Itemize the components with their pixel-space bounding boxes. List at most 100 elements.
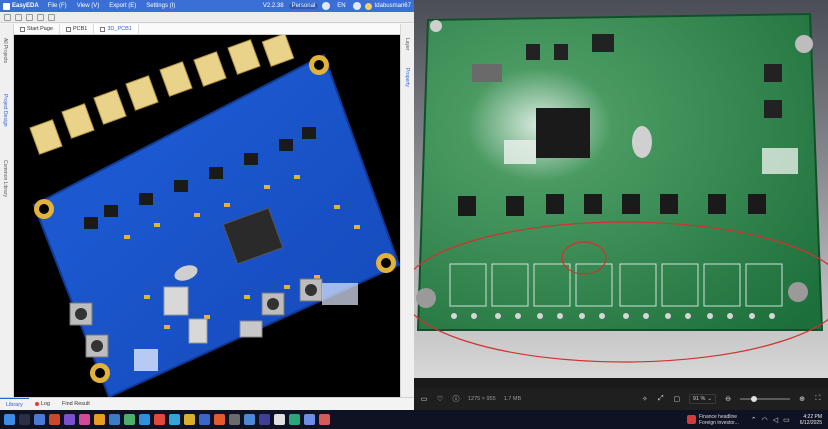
tab-pcb1[interactable]: PCB1	[60, 24, 95, 34]
fit-icon[interactable]: ▢	[673, 395, 681, 403]
app-icon[interactable]	[169, 414, 180, 425]
zoom-selector[interactable]: 91 % ⌄	[688, 394, 716, 404]
zoom-slider-knob[interactable]	[751, 396, 757, 402]
avatar[interactable]	[364, 2, 372, 10]
eda-logo[interactable]: EasyEDA	[0, 2, 43, 10]
app-icon[interactable]	[94, 414, 105, 425]
language-selector[interactable]: EN	[332, 3, 350, 9]
tab-label: Find Result	[62, 401, 90, 407]
app-icon[interactable]	[289, 414, 300, 425]
desktop: EasyEDA File (F) View (V) Export (E) Set…	[0, 0, 828, 429]
3d-view-canvas[interactable]	[14, 35, 400, 397]
version-label: V2.2.38	[262, 3, 284, 9]
clock-time: 4:22 PM	[803, 413, 822, 420]
search-icon[interactable]	[19, 414, 30, 425]
photo-mcu-chip	[536, 108, 590, 158]
easyeda-logo-icon	[3, 2, 10, 10]
zoom-slider[interactable]	[740, 396, 790, 402]
menu-file[interactable]: File (F)	[43, 3, 72, 9]
pcb-photo-image	[414, 0, 828, 378]
tab-property[interactable]: Property	[404, 68, 410, 87]
tab-library[interactable]: Library	[0, 398, 29, 410]
app-icon[interactable]	[139, 414, 150, 425]
gear-icon[interactable]	[37, 13, 44, 21]
ai-icon[interactable]: ✧	[641, 395, 649, 403]
app-icon[interactable]	[79, 414, 90, 425]
tab-start-page[interactable]: Start Page	[14, 24, 60, 34]
app-icon[interactable]	[184, 414, 195, 425]
heart-icon[interactable]: ♡	[436, 395, 444, 403]
taskbar-apps	[4, 414, 330, 425]
tab-log[interactable]: Log	[29, 398, 56, 410]
clock[interactable]: 4:22 PM 6/12/2025	[800, 414, 828, 426]
tab-layer[interactable]: Layer	[404, 38, 410, 51]
left-panel-rail: All Projects Project Design Common Libra…	[0, 24, 14, 398]
share-icon[interactable]	[48, 13, 55, 21]
tab-project-design[interactable]: Project Design	[2, 94, 8, 127]
news-title: Finance headline	[699, 413, 738, 420]
chevron-up-icon[interactable]: ⌃	[751, 416, 757, 424]
battery-icon[interactable]: ▭	[783, 416, 790, 424]
eda-logo-text: EasyEDA	[12, 3, 39, 9]
menu-view[interactable]: View (V)	[72, 3, 105, 9]
tab-3d-pcb1[interactable]: 3D_PCB1	[94, 24, 139, 34]
menu-settings[interactable]: Settings (I)	[141, 3, 180, 9]
expand-icon[interactable]: ⤢	[657, 395, 665, 403]
app-icon[interactable]	[259, 414, 270, 425]
slideshow-icon[interactable]: ▭	[420, 395, 428, 403]
tab-label: 3D_PCB1	[107, 26, 132, 32]
news-widget[interactable]: Finance headline Foreign investor...	[687, 414, 739, 426]
right-panel-rail: Layer Property	[400, 24, 414, 398]
fullscreen-icon[interactable]: ⛶	[814, 395, 822, 403]
menu-export[interactable]: Export (E)	[104, 3, 141, 9]
redo-icon[interactable]	[26, 13, 33, 21]
pcb-photo[interactable]	[414, 0, 828, 378]
info-icon[interactable]: ⓘ	[452, 395, 460, 403]
app-icon[interactable]	[214, 414, 225, 425]
viewer-gap	[414, 378, 828, 388]
photo-viewer-window: ▭ ♡ ⓘ 1275 × 955 1.7 MB ✧ ⤢ ▢ 91 % ⌄ ⊖ ⊕…	[414, 0, 828, 410]
app-icon[interactable]	[319, 414, 330, 425]
volume-icon[interactable]: ◁	[773, 416, 778, 424]
file-size: 1.7 MB	[503, 396, 522, 402]
app-icon[interactable]	[124, 414, 135, 425]
tab-find-result[interactable]: Find Result	[56, 398, 96, 410]
app-icon[interactable]	[34, 414, 45, 425]
app-icon[interactable]	[229, 414, 240, 425]
app-icon[interactable]	[154, 414, 165, 425]
save-icon[interactable]	[4, 13, 11, 21]
mode-selector[interactable]: Personal	[288, 3, 319, 9]
chevron-down-icon: ⌄	[707, 396, 712, 402]
usb-connector	[239, 320, 263, 338]
tab-label: Library	[6, 401, 23, 408]
system-tray: ⌃ ◠ ◁ ▭	[751, 416, 790, 424]
undo-icon[interactable]	[15, 13, 22, 21]
tab-label: Start Page	[27, 26, 53, 32]
photo-crystal	[632, 126, 652, 158]
app-icon[interactable]	[199, 414, 210, 425]
wifi-icon[interactable]: ◠	[762, 416, 768, 424]
eda-toolbar	[0, 12, 414, 23]
news-subtitle: Foreign investor...	[699, 419, 739, 426]
app-icon[interactable]	[274, 414, 285, 425]
app-icon[interactable]	[109, 414, 120, 425]
username[interactable]: tdabusman67	[372, 3, 414, 9]
log-indicator-icon	[34, 402, 39, 406]
app-icon[interactable]	[304, 414, 315, 425]
eda-bottom-tabs: Library Log Find Result	[0, 397, 414, 410]
photo-crystal-block	[472, 64, 502, 82]
zoom-in-icon[interactable]: ⊕	[798, 395, 806, 403]
app-icon[interactable]	[244, 414, 255, 425]
windows-taskbar: Finance headline Foreign investor... ⌃ ◠…	[0, 410, 828, 429]
tab-label: PCB1	[73, 26, 88, 32]
eda-menubar: EasyEDA File (F) View (V) Export (E) Set…	[0, 0, 414, 12]
app-icon[interactable]	[64, 414, 75, 425]
notification-icon[interactable]	[352, 2, 361, 10]
windows-icon[interactable]	[4, 414, 15, 425]
tab-common-library[interactable]: Common Library	[2, 160, 8, 197]
zoom-out-icon[interactable]: ⊖	[724, 395, 732, 403]
tab-all-projects[interactable]: All Projects	[2, 38, 8, 63]
cloud-icon[interactable]	[322, 2, 331, 10]
app-icon[interactable]	[49, 414, 60, 425]
component-header	[163, 286, 189, 316]
